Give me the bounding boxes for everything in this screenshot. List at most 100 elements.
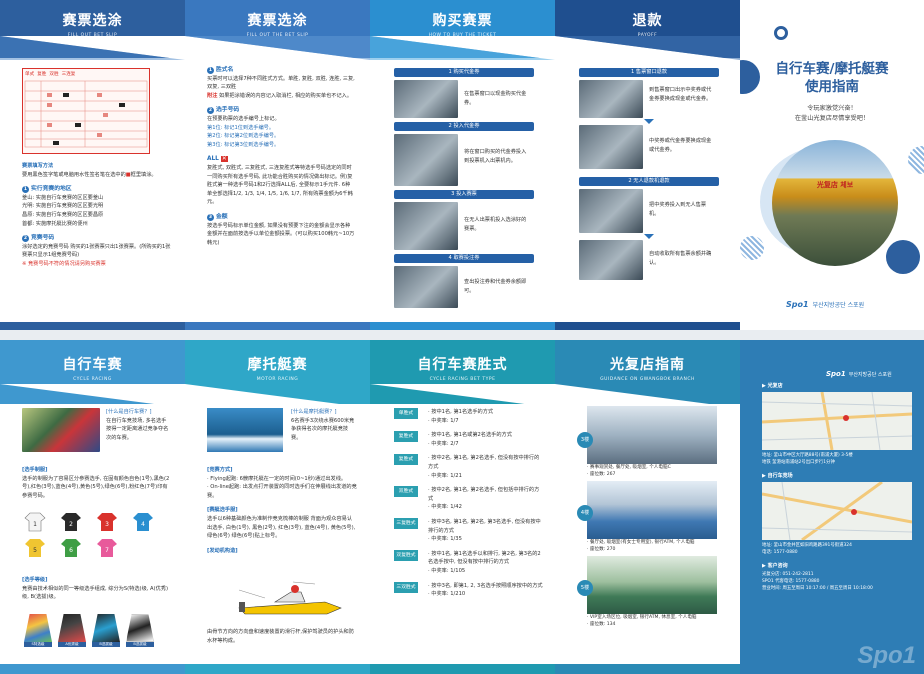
header-diagonal-decoration — [0, 36, 185, 60]
grade-badge: A优秀级 — [58, 614, 86, 647]
panel-title: 赛票选涂 — [62, 13, 123, 29]
panel-title: 光复店指南 — [610, 357, 685, 373]
motorboat-photo — [207, 408, 283, 452]
step-photo — [579, 240, 643, 280]
panel-branch-guide: 光复店指南 GUIDANCE ON GWANGBOK BRANCH 3楼 · 赛… — [555, 340, 740, 674]
position-line: 第2位: 标记第2位到选手编号。 — [207, 133, 280, 140]
floor-item: 5楼 · VIP室入场区位, 吸烟室, 银行ATM, 休息室, 个人电脑 · 座… — [563, 556, 733, 628]
floor-seats: · 座位数: 270 — [587, 547, 616, 552]
bet-type-desc: · 按中2名, 第1名, 第2名选手, 但包括中排行的方式 — [428, 487, 540, 502]
bet-type-tag: 三双胜式 — [394, 581, 418, 593]
section-title: [选手制服] — [22, 467, 48, 473]
jersey-icon-green: 6 — [61, 539, 81, 557]
header-diagonal-decoration — [555, 36, 740, 60]
floor-desc: · 餐厅处, 吸烟室(有女士专用室), 银行ATM, 个人电脑 — [587, 540, 695, 545]
arrow-down-icon — [644, 119, 654, 124]
buy-step: 3 投入赛票 在无人出票机投入选涂好的赛票。 — [394, 190, 534, 250]
bet-type-tag: 双复胜式 — [394, 549, 418, 561]
footer-logo: Spo1 — [857, 642, 916, 669]
panel-footer-bar — [555, 322, 740, 330]
step-text: 自动收取所有售票余额并确认。 — [649, 251, 712, 266]
step-photo — [394, 202, 458, 250]
bet-slip-instructions: 1 胜式名 买票时可以选择7种不同胜式方式。单胜, 复胜, 双胜, 连胜, 三复,… — [207, 66, 355, 247]
bet-type-row: 三复胜式 · 按中3名, 第1名, 第2名, 第3名选手, 但没有按中排行的方式 ·… — [394, 517, 544, 544]
payoff-steps: 1 售票窗口退款 到售票窗口出示中奖券或代金券要换成现金或代金券。 中奖券或代金… — [579, 68, 719, 280]
format-line: · Flying起跑: 6艘摩托艇在一定的时间(0~1秒)通过出发线。 — [207, 475, 347, 482]
position-line: 第1位: 标记1位到选手编号。 — [207, 124, 275, 131]
jersey-icon-black: 2 — [61, 513, 81, 531]
step-text: 将在窗口购买的代金券投入到投票机入出票机内。 — [464, 149, 527, 164]
panel-title: 自行车赛胜式 — [417, 357, 508, 373]
bet-type-desc: · 按中1名, 第1名选手的方式 — [428, 409, 494, 415]
position-line: 第3位: 标记第3位到选手编号。 — [207, 141, 280, 148]
bet-type-desc: · 按中3名, 即第1, 2, 3名选手按照顺序按中的方式 — [428, 582, 543, 589]
bet-type-desc: · 按中3名, 第1名, 第2名, 第3名选手, 但没有按中排行的方式 — [428, 518, 541, 534]
panel-subtitle: GUIDANCE ON GWANGBOK BRANCH — [600, 377, 695, 382]
store-photo: 光复店 체보 — [772, 140, 898, 266]
spo1-logo-icon: Spo1 — [826, 370, 846, 378]
location-info: ▶ 光复店 地址: 釜山市中区大厅路88号(南浦大厦) 3-5楼 地铁 釜港站南… — [761, 382, 913, 592]
motor-intro: [什么是摩托艇赛？] 6名赛手3次绕水赛600米竞争获得名次的摩托艇竞技赛。 — [291, 408, 355, 442]
intro-text: 在自行车竞技场, 多名选手按得一定距离通过竞争夺名次的车赛。 — [106, 417, 169, 441]
floor-item: 3楼 · 赛事观赏处, 餐厅处, 吸烟室, 个人电脑C · 座位数: 267 — [563, 406, 733, 478]
bet-type-tag: 三复胜式 — [394, 517, 418, 529]
section-title: 胜式名 — [216, 67, 234, 73]
jersey-number: 7 — [105, 547, 109, 554]
section-title: ALL — [207, 156, 219, 163]
step-photo — [394, 134, 458, 186]
section-text: 涂好选定的竞赛号码 购买的1张赛票只出1张赛票。(所购买的1张赛票只显示1组竞赛… — [22, 243, 171, 259]
step-label: 2 投入代金券 — [394, 122, 534, 131]
cover-title: 自行车赛/摩托艇赛 使用指南 — [740, 60, 924, 96]
grade-badge: B选拔级 — [92, 614, 120, 647]
floor-photo — [587, 406, 717, 464]
brand-text: 부산지방공단 스포원 — [812, 302, 865, 309]
bet-type-tag: 复胜式 — [394, 431, 418, 443]
step-photo — [579, 80, 643, 118]
number-badge-icon: 2 — [207, 107, 214, 115]
number-badge-icon: 1 — [22, 186, 29, 194]
step-text: 到售票窗口出示中奖券或代金券要换成现金或代金券。 — [649, 87, 712, 102]
ticket-row-label: 单式 — [25, 72, 35, 77]
grade-badge: S特选级 — [24, 614, 52, 647]
panel-footer-bar — [370, 664, 555, 674]
panel-footer-bar — [0, 664, 185, 674]
method-text: 框里填涂。 — [130, 171, 157, 178]
bet-type-list: 单胜式 · 按中1名, 第1名选手的方式 · 中奖率: 1/7 复胜式 · 按中1名,… — [394, 408, 544, 605]
jersey-icon-pink: 7 — [97, 539, 117, 557]
floor-item: 4楼 · 餐厅处, 吸烟室(有女士专用室), 银行ATM, 个人电脑 · 座位数… — [563, 481, 733, 553]
jersey-icon-blue: 4 — [133, 513, 153, 531]
section-title: [发动机构造] — [207, 547, 238, 554]
step-label: 1 售票窗口退款 — [579, 68, 719, 77]
bet-type-odds: · 中奖率: 1/21 — [428, 472, 462, 479]
section-text: 按选手号码标示单位金额, 如果没有预要下注的金额会显示各种金额并在面前按选手以单… — [207, 222, 355, 246]
bet-type-row: 复胜式 · 按中1名, 第1名或第2名选手的方式 · 中奖率: 2/7 — [394, 431, 544, 448]
region-line: 首都: 实施摩托艇比赛的便州 — [22, 220, 88, 227]
bet-type-desc: · 按中1名, 第1名选手以和排行, 第2名, 第3名的2名选手按中, 但没有按… — [428, 550, 541, 566]
buy-step: 2 投入代金券 将在窗口购买的代金券投入到投票机入出票机内。 — [394, 122, 534, 186]
step-label: 2 无人退款机退款 — [579, 177, 719, 186]
floor-badge: 4楼 — [577, 505, 593, 521]
section-text: 复胜式, 双胜式, 三复胜式, 三连复胜式等特选手号码选定的同时一同购买所有选手… — [207, 164, 353, 206]
step-label: 1 购买代金券 — [394, 68, 534, 77]
welcome-line: 在釜山光复店尽情享受吧！ — [794, 115, 870, 122]
decorative-circle — [908, 146, 924, 174]
method-section: 赛票填写方法 要用黑色签字笔或电脑用水性签名笔在选中的■框里填涂。 1 实行竞赛的… — [22, 162, 172, 269]
panel-subtitle: MOTOR RACING — [256, 377, 299, 382]
decorative-circle — [886, 240, 920, 274]
panel-footer-bar — [0, 322, 185, 330]
bet-type-odds: · 中奖率: 1/7 — [428, 417, 459, 424]
buy-step: 1 购买代金券 在售票窗口以现金购买代金券。 — [394, 68, 534, 118]
method-text: 要用黑色签字笔或电脑用水性签名笔在选中的 — [22, 171, 126, 178]
step-text: 在无人出票机投入选涂好的赛票。 — [464, 217, 527, 232]
method-title: 赛票填写方法 — [22, 163, 54, 169]
section-text: 竞赛由技术相似的同一等级选手组成, 综分为S(特选)级, A(优秀)级, B(选… — [22, 585, 169, 601]
step-photo — [579, 125, 643, 169]
step-text: 中奖券或代金券要换成现金或代金券。 — [649, 138, 712, 153]
bet-type-tag: 单胜式 — [394, 408, 418, 419]
intro-text: 6名赛手3次绕水赛600米竞争获得名次的摩托艇竞技赛。 — [291, 417, 355, 441]
cover-welcome: 令玩家激觉兴奋！ 在釜山光复店尽情享受吧！ — [740, 104, 924, 124]
header-diagonal-decoration — [370, 36, 555, 60]
grade-label: A优秀级 — [58, 642, 86, 647]
decorative-circle — [740, 236, 764, 260]
header-diagonal-decoration — [0, 384, 185, 408]
